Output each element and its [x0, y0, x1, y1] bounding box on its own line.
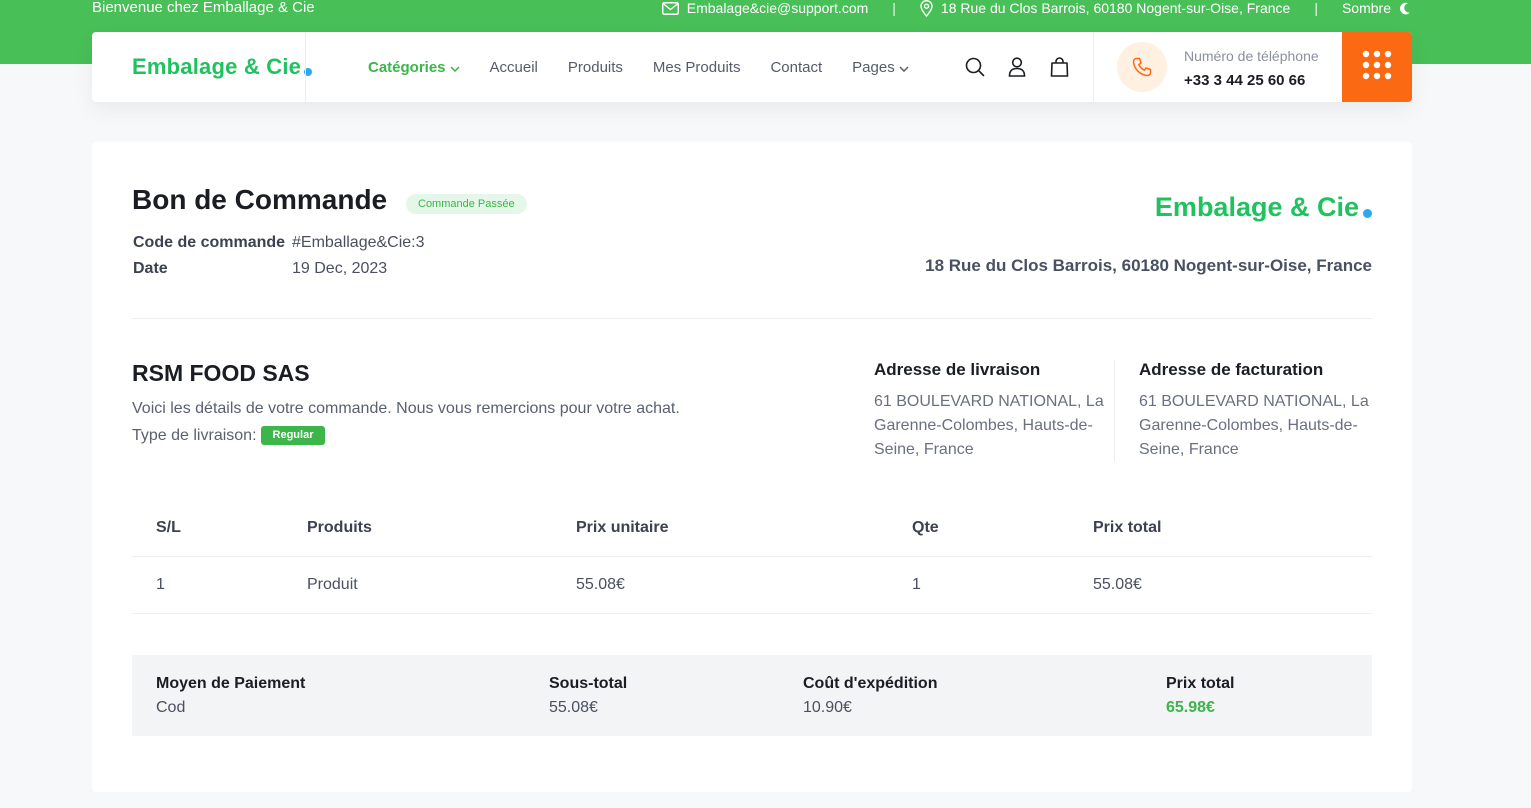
moon-icon [1399, 2, 1411, 15]
shipping-address-value: 61 BOULEVARD NATIONAL, La Garenne-Colomb… [874, 393, 1104, 458]
billing-address-label: Adresse de facturation [1139, 360, 1324, 379]
subtotal: Sous-total 55.08€ [549, 675, 627, 717]
theme-toggle[interactable]: Sombre [1342, 0, 1411, 17]
logo-dot [1363, 209, 1372, 218]
delivery-type-row: Type de livraison: Regular [132, 426, 326, 445]
column-header: Qte [912, 500, 1093, 557]
shipping-address-block: Adresse de livraison 61 BOULEVARD NATION… [874, 360, 1106, 462]
company-address: 18 Rue du Clos Barrois, 60180 Nogent-sur… [925, 256, 1372, 275]
top-address: 18 Rue du Clos Barrois, 60180 Nogent-sur… [920, 0, 1290, 17]
column-header: S/L [132, 500, 307, 557]
grand-total-value: 65.98€ [1166, 699, 1215, 716]
payment-method-value: Cod [156, 699, 186, 716]
site-logo-text: Embalage & Cie [132, 54, 302, 79]
thanks-message: Voici les détails de votre commande. Nou… [132, 400, 680, 417]
order-code-value: #Emballage&Cie:3 [292, 234, 425, 251]
nav-menu: Catégories Accueil Produits Mes Produits… [368, 32, 909, 102]
top-address-text: 18 Rue du Clos Barrois, 60180 Nogent-sur… [940, 0, 1291, 16]
search-icon[interactable] [965, 56, 985, 78]
nav-item-label: Mes Produits [652, 58, 741, 76]
nav-item-label: Contact [770, 58, 823, 76]
grand-total-label: Prix total [1166, 675, 1235, 692]
payment-method: Moyen de Paiement Cod [156, 675, 305, 717]
user-icon[interactable] [1007, 56, 1027, 78]
theme-toggle-label: Sombre [1341, 0, 1391, 16]
phone-number[interactable]: +33 3 44 25 60 66 [1184, 72, 1305, 89]
customer-name: RSM FOOD SAS [132, 360, 310, 386]
cell-qty: 1 [912, 556, 1093, 614]
nav-item-categories[interactable]: Catégories [368, 59, 460, 76]
nav-item-produits[interactable]: Produits [568, 59, 623, 76]
chevron-down-icon [450, 59, 460, 76]
cell-sl: 1 [132, 556, 307, 614]
nav-divider [1093, 32, 1094, 102]
phone-label: Numéro de téléphone [1184, 48, 1319, 64]
subtotal-label: Sous-total [549, 675, 628, 692]
delivery-type-label: Type de livraison: [132, 426, 257, 444]
billing-address-block: Adresse de facturation 61 BOULEVARD NATI… [1139, 360, 1371, 462]
nav-item-contact[interactable]: Contact [770, 59, 822, 76]
top-email[interactable]: Embalage&cie@support.com [661, 0, 869, 17]
mail-icon [661, 2, 679, 15]
cell-total-price: 55.08€ [1093, 556, 1372, 614]
column-header: Prix total [1093, 500, 1372, 557]
main-navbar: Embalage & Cie Catégories Accueil Produi… [92, 32, 1412, 102]
status-badge: Commande Passée [406, 194, 527, 214]
cell-product: Produit [307, 556, 576, 614]
billing-address-value: 61 BOULEVARD NATIONAL, La Garenne-Colomb… [1139, 393, 1369, 458]
payment-method-label: Moyen de Paiement [156, 675, 306, 692]
invoice-logo-text: Embalage & Cie [1154, 192, 1359, 222]
divider [132, 318, 1372, 319]
nav-item-pages[interactable]: Pages [852, 59, 909, 76]
table-row: 1 Produit 55.08€ 1 55.08€ [132, 556, 1372, 614]
subtotal-value: 55.08€ [549, 699, 598, 716]
nav-item-accueil[interactable]: Accueil [490, 59, 538, 76]
order-code-label: Code de commande [133, 234, 286, 251]
grid-menu-button[interactable] [1342, 32, 1412, 102]
shipping-cost: Coût d'expédition 10.90€ [803, 675, 937, 717]
grid-dots-icon [1362, 50, 1392, 85]
order-date-row: Date 19 Dec, 2023 [133, 256, 425, 282]
separator: | [892, 0, 896, 16]
nav-item-mes-produits[interactable]: Mes Produits [653, 59, 741, 76]
nav-icons [965, 56, 1069, 78]
site-logo[interactable]: Embalage & Cie [132, 54, 313, 80]
order-items-table: S/L Produits Prix unitaire Qte Prix tota… [132, 500, 1372, 614]
table-header-row: S/L Produits Prix unitaire Qte Prix tota… [132, 500, 1372, 557]
shipping-cost-value: 10.90€ [803, 699, 852, 716]
order-summary: Moyen de Paiement Cod Sous-total 55.08€ … [132, 655, 1372, 736]
cell-unit-price: 55.08€ [576, 556, 912, 614]
delivery-type-badge: Regular [260, 426, 326, 445]
order-meta: Code de commande #Emballage&Cie:3 Date 1… [133, 230, 425, 282]
grand-total: Prix total 65.98€ [1166, 675, 1234, 717]
nav-divider [305, 32, 306, 102]
order-card: Bon de Commande Commande Passée Code de … [92, 142, 1412, 792]
address-divider [1114, 360, 1115, 462]
top-contact-info: Embalage&cie@support.com | 18 Rue du Clo… [661, 0, 1411, 17]
location-pin-icon [920, 0, 933, 17]
phone-icon[interactable] [1117, 42, 1167, 92]
nav-item-label: Accueil [489, 58, 538, 76]
separator: | [1314, 0, 1318, 16]
shipping-address-label: Adresse de livraison [874, 360, 1041, 379]
page-title: Bon de Commande [132, 184, 388, 215]
column-header: Prix unitaire [576, 500, 912, 557]
order-code-row: Code de commande #Emballage&Cie:3 [133, 230, 425, 256]
top-email-text: Embalage&cie@support.com [686, 0, 869, 16]
nav-item-label: Produits [567, 58, 623, 76]
invoice-logo: Embalage & Cie [1155, 192, 1372, 223]
chevron-down-icon [899, 59, 909, 76]
nav-item-label: Catégories [368, 58, 446, 76]
order-date-label: Date [133, 260, 168, 277]
shopping-bag-icon[interactable] [1049, 56, 1069, 78]
column-header: Produits [307, 500, 576, 557]
order-date-value: 19 Dec, 2023 [292, 260, 388, 277]
shipping-cost-label: Coût d'expédition [803, 675, 938, 692]
nav-item-label: Pages [852, 58, 895, 76]
welcome-text: Bienvenue chez Emballage & Cie [92, 0, 315, 16]
